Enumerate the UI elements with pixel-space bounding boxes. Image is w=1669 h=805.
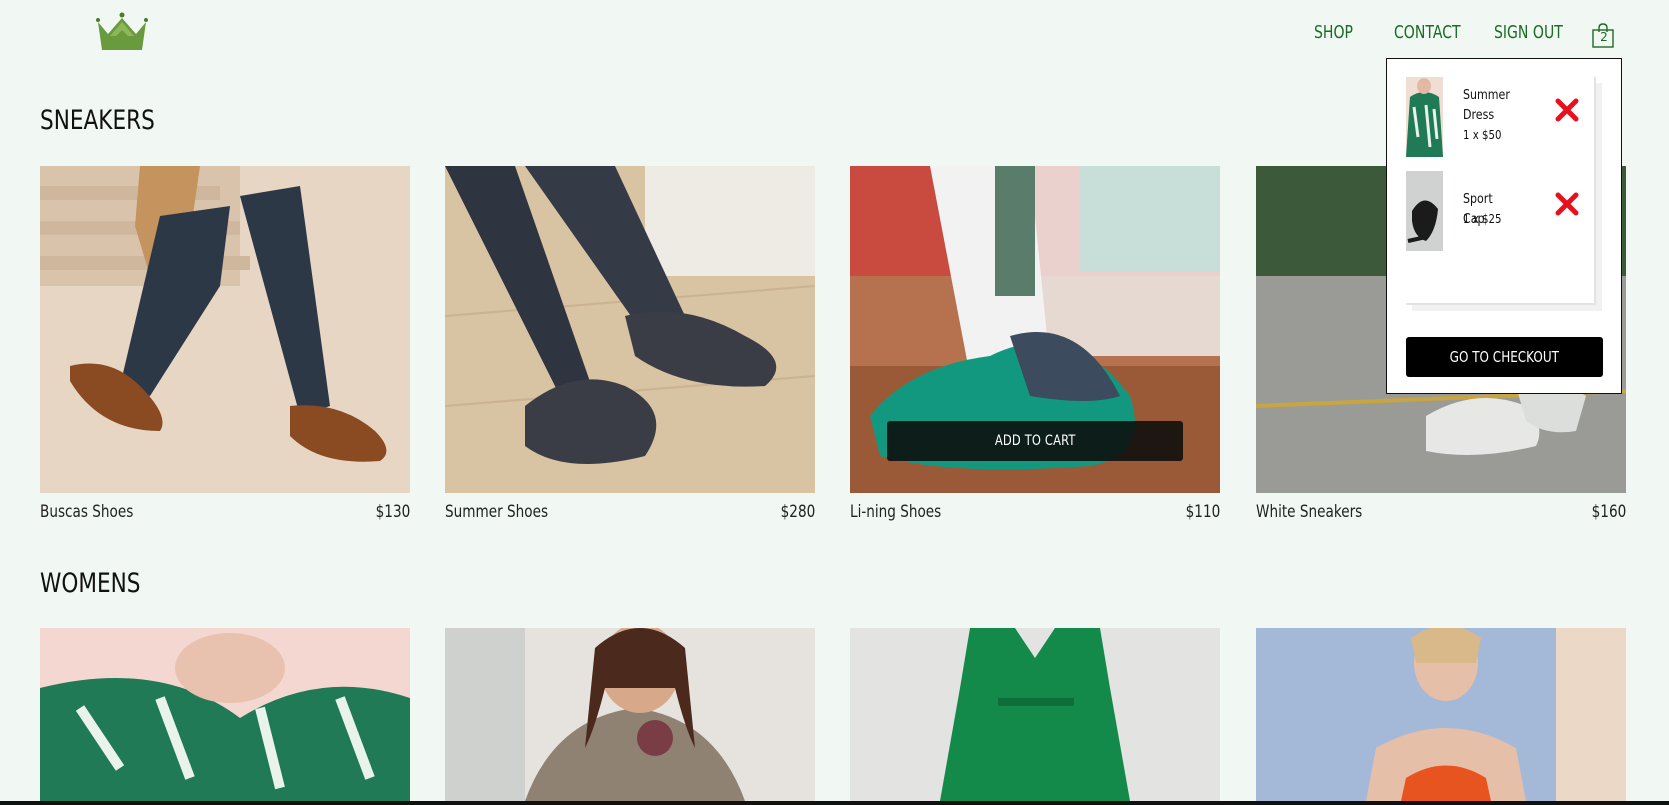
nav-shop-link[interactable]: SHOP — [1314, 22, 1353, 43]
cart-item: Summer Dress 1 x $50 — [1406, 77, 1586, 159]
product-card[interactable] — [445, 628, 815, 801]
cart-item-image — [1406, 171, 1443, 251]
crown-logo-icon[interactable] — [96, 12, 148, 54]
cart-item-image — [1406, 77, 1443, 157]
product-name: White Sneakers — [1256, 502, 1363, 522]
product-image[interactable] — [445, 166, 815, 493]
product-card[interactable]: ADD TO CART Li-ning Shoes $110 — [850, 166, 1220, 528]
product-price: $160 — [1591, 502, 1626, 522]
product-image[interactable]: ADD TO CART — [850, 166, 1220, 493]
product-price: $130 — [375, 502, 410, 522]
cart-item: Sport Cap 1 x $25 — [1406, 171, 1586, 253]
product-name: Li-ning Shoes — [850, 502, 942, 522]
cart-dropdown: Summer Dress 1 x $50 Sport Cap 1 x $25 G… — [1386, 58, 1622, 394]
product-image[interactable] — [40, 628, 410, 801]
nav-sign-out-link[interactable]: SIGN OUT — [1494, 22, 1563, 43]
product-price: $280 — [780, 502, 815, 522]
product-card[interactable]: Summer Shoes $280 — [445, 166, 815, 528]
product-card[interactable] — [850, 628, 1220, 801]
cart-count-badge: 2 — [1600, 30, 1608, 44]
nav-contact-link[interactable]: CONTACT — [1394, 22, 1461, 43]
product-image[interactable] — [1256, 628, 1626, 801]
cart-item-name: Summer Dress — [1463, 88, 1510, 123]
section-title-sneakers[interactable]: SNEAKERS — [40, 105, 155, 136]
product-image[interactable] — [445, 628, 815, 801]
cart-item-quantity: 1 x $25 — [1463, 212, 1502, 226]
product-name: Summer Shoes — [445, 502, 549, 522]
bottom-edge-bar — [0, 801, 1669, 805]
product-card[interactable] — [1256, 628, 1626, 801]
close-icon[interactable] — [1554, 191, 1580, 217]
product-image[interactable] — [40, 166, 410, 493]
product-image[interactable] — [850, 628, 1220, 801]
section-title-womens[interactable]: WOMENS — [40, 568, 141, 599]
cart-items-list[interactable]: Summer Dress 1 x $50 Sport Cap 1 x $25 — [1406, 77, 1596, 305]
go-to-checkout-button[interactable]: GO TO CHECKOUT — [1406, 337, 1603, 377]
product-card[interactable]: Buscas Shoes $130 — [40, 166, 410, 528]
close-icon[interactable] — [1554, 97, 1580, 123]
cart-item-quantity: 1 x $50 — [1463, 128, 1502, 142]
product-price: $110 — [1185, 502, 1220, 522]
add-to-cart-button[interactable]: ADD TO CART — [887, 421, 1183, 461]
product-card[interactable] — [40, 628, 410, 801]
product-name: Buscas Shoes — [40, 502, 134, 522]
